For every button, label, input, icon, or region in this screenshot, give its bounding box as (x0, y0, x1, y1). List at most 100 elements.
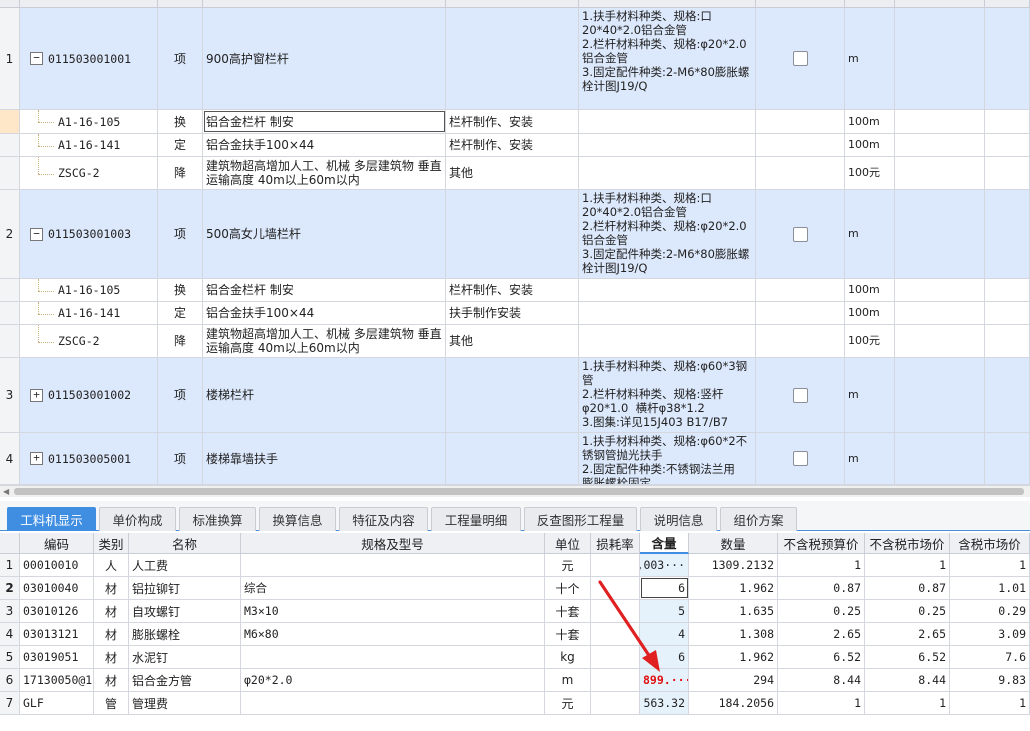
tab-labor-material[interactable]: 工料机显示 (7, 507, 96, 531)
extra-cell[interactable] (985, 157, 1030, 189)
material-category[interactable]: 材 (94, 623, 129, 645)
unit-cell[interactable]: m (845, 358, 895, 432)
item-code-cell[interactable]: ZSCG-2 (20, 325, 158, 357)
bill-item-row[interactable]: 1−011503001001 项 900高护窗栏杆 1.扶手材料种类、规格:口20*4… (0, 8, 1030, 110)
summary-category-cell[interactable] (895, 279, 985, 301)
market-price[interactable]: 0.87 (865, 577, 950, 599)
amount[interactable]: 1.962 (689, 646, 778, 668)
market-price[interactable]: 6.52 (865, 646, 950, 668)
item-type-cell[interactable]: 降 (158, 157, 203, 189)
item-type-cell[interactable]: 定 (158, 134, 203, 156)
summary-category-cell[interactable] (895, 190, 985, 278)
work-content-cell[interactable]: 其他 (446, 325, 579, 357)
col-header-spec[interactable]: 规格及型号 (241, 533, 545, 554)
unit-cell[interactable]: 100m (845, 134, 895, 156)
quota-sub-row[interactable]: ZSCG-2 降建筑物超高增加人工、机械 多层建筑物 垂直运输高度 40m以上60… (0, 157, 1030, 190)
material-row[interactable]: 100010010人人工费元4,003···1309.2132111 (0, 554, 1030, 577)
collapse-icon[interactable]: − (30, 227, 43, 241)
item-name-cell[interactable]: 楼梯栏杆 (203, 358, 446, 432)
expand-icon[interactable]: + (30, 388, 43, 402)
amount[interactable]: 294 (689, 669, 778, 691)
material-spec[interactable]: M6×80 (241, 623, 545, 645)
item-feature-cell[interactable]: 1.扶手材料种类、规格:口20*40*2.0铝合金管 2.栏杆材料种类、规格:φ… (579, 8, 756, 109)
item-feature-cell[interactable]: 1.扶手材料种类、规格:φ60*3钢管 2.栏杆材料种类、规格:竖杆φ20*1.… (579, 358, 756, 432)
material-code[interactable]: 00010010 (20, 554, 94, 576)
extra-cell[interactable] (985, 433, 1030, 484)
material-code[interactable]: 03010126 (20, 600, 94, 622)
provisional-cell[interactable] (756, 134, 845, 156)
item-code-cell[interactable]: ZSCG-2 (20, 157, 158, 189)
amount[interactable]: 1.635 (689, 600, 778, 622)
provisional-cell[interactable] (756, 157, 845, 189)
item-feature-cell[interactable]: 1.扶手材料种类、规格:口20*40*2.0铝合金管 2.栏杆材料种类、规格:φ… (579, 190, 756, 278)
item-type-cell[interactable]: 项 (158, 358, 203, 432)
unit-cell[interactable]: 100元 (845, 325, 895, 357)
grid-header-extra[interactable] (985, 0, 1030, 8)
work-content-cell[interactable] (446, 358, 579, 432)
item-feature-cell[interactable]: 1.扶手材料种类、规格:φ60*2不锈钢管抛光扶手 2.固定配件种类:不锈钢法兰… (579, 433, 756, 484)
material-spec[interactable]: 综合 (241, 577, 545, 599)
material-spec[interactable]: φ20*2.0 (241, 669, 545, 691)
item-type-cell[interactable]: 项 (158, 8, 203, 109)
material-name[interactable]: 铝合金方管 (129, 669, 241, 691)
item-feature-cell[interactable] (579, 134, 756, 156)
item-name-cell[interactable]: 建筑物超高增加人工、机械 多层建筑物 垂直运输高度 40m以上60m以内 (203, 157, 446, 189)
material-name[interactable]: 膨胀螺栓 (129, 623, 241, 645)
summary-category-cell[interactable] (895, 157, 985, 189)
scroll-left-icon[interactable]: ◀ (3, 487, 9, 496)
col-header-market-price[interactable]: 不含税市场价 (865, 533, 950, 554)
extra-cell[interactable] (985, 134, 1030, 156)
amount[interactable]: 184.2056 (689, 692, 778, 714)
bill-item-row[interactable]: 4 +011503005001 项楼梯靠墙扶手 1.扶手材料种类、规格:φ60*2不锈… (0, 433, 1030, 485)
material-name[interactable]: 水泥钉 (129, 646, 241, 668)
item-code-cell[interactable]: A1-16-141 (20, 302, 158, 324)
material-unit[interactable]: m (545, 669, 591, 691)
budget-price[interactable]: 1 (778, 692, 865, 714)
item-feature-cell[interactable] (579, 157, 756, 189)
budget-price[interactable]: 0.25 (778, 600, 865, 622)
col-header-unit[interactable]: 单位 (545, 533, 591, 554)
material-row[interactable]: 4 03013121 材膨胀螺栓 M6×80 十套 4 1.308 2.65 2.65 3.09 (0, 623, 1030, 646)
amount[interactable]: 1309.2132 (689, 554, 778, 576)
material-name[interactable]: 管理费 (129, 692, 241, 714)
item-type-cell[interactable]: 项 (158, 433, 203, 484)
budget-price[interactable]: 6.52 (778, 646, 865, 668)
quota-sub-row[interactable]: A1-16-141 定铝合金扶手100×44 栏杆制作、安装 100m (0, 134, 1030, 157)
col-header-code[interactable]: 编码 (20, 533, 94, 554)
tax-market-price[interactable]: 0.29 (950, 600, 1030, 622)
extra-cell[interactable] (985, 8, 1030, 109)
grid-header-summary[interactable] (895, 0, 985, 8)
item-code-cell[interactable]: −011503001001 (20, 8, 158, 109)
expand-icon[interactable]: + (30, 452, 43, 465)
item-feature-cell[interactable] (579, 302, 756, 324)
item-type-cell[interactable]: 项 (158, 190, 203, 278)
grid-header-feature[interactable] (579, 0, 756, 8)
item-code-cell[interactable]: +011503001002 (20, 358, 158, 432)
item-feature-cell[interactable] (579, 110, 756, 133)
col-header-amount[interactable]: 数量 (689, 533, 778, 554)
tab-standard-conversion[interactable]: 标准换算 (179, 507, 256, 531)
grid-header-content[interactable] (446, 0, 579, 8)
material-spec[interactable] (241, 692, 545, 714)
provisional-checkbox[interactable] (792, 51, 808, 66)
summary-category-cell[interactable] (895, 325, 985, 357)
material-category[interactable]: 管 (94, 692, 129, 714)
grid-header-name[interactable] (203, 0, 446, 8)
horizontal-scrollbar[interactable]: ◀ (0, 485, 1030, 497)
material-spec[interactable] (241, 646, 545, 668)
collapse-icon[interactable]: − (30, 52, 43, 65)
bill-item-row[interactable]: 3 +011503001002 项楼梯栏杆 1.扶手材料种类、规格:φ60*3钢管 2… (0, 358, 1030, 433)
grid-header-code[interactable] (20, 0, 158, 8)
item-type-cell[interactable]: 换 (158, 279, 203, 301)
summary-category-cell[interactable] (895, 358, 985, 432)
unit-cell[interactable]: m (845, 190, 895, 278)
grid-header-unit[interactable] (845, 0, 895, 8)
tab-notes[interactable]: 说明信息 (640, 507, 717, 531)
unit-cell[interactable]: m (845, 433, 895, 484)
provisional-checkbox[interactable] (792, 387, 808, 403)
grid-header-type[interactable] (158, 0, 203, 8)
material-name[interactable]: 自攻螺钉 (129, 600, 241, 622)
item-name-cell[interactable]: 900高护窗栏杆 (203, 8, 446, 109)
provisional-checkbox[interactable] (792, 451, 808, 466)
material-unit[interactable]: kg (545, 646, 591, 668)
